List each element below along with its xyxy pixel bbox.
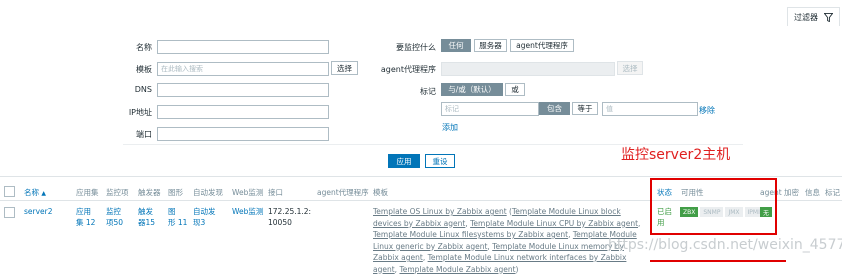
filter-tab-label: 过滤器: [794, 13, 818, 22]
tag-value-input[interactable]: 值: [602, 102, 698, 116]
col-apps: 应用集: [76, 188, 99, 197]
tag-op-contains[interactable]: 包含: [539, 102, 570, 115]
col-tags: 标记: [825, 188, 840, 197]
col-graphs: 图形: [168, 188, 183, 197]
template-label: 模板: [136, 65, 152, 74]
ip-label: IP地址: [128, 108, 152, 117]
items-link[interactable]: 监控 项50: [106, 206, 134, 228]
top-bar: 过滤器: [0, 0, 842, 27]
tag-add-link[interactable]: 添加: [442, 122, 458, 133]
monitor-option-any[interactable]: 任何: [441, 39, 471, 52]
apps-link-line2: 集 12: [76, 218, 96, 227]
tag-name-input[interactable]: 标记: [441, 102, 539, 116]
col-proxy: agent代理程序: [317, 188, 369, 197]
monitor-what-label: 要监控什么: [396, 43, 436, 52]
interface-port: 10050: [268, 218, 292, 227]
tags-label: 标记: [420, 87, 436, 96]
port-label: 端口: [136, 130, 152, 139]
monitor-option-server[interactable]: 服务器: [474, 39, 507, 52]
triggers-link-line2: 器15: [138, 218, 156, 227]
highlight-box-lower: [650, 260, 786, 262]
tag-remove-link[interactable]: 移除: [699, 105, 715, 116]
web-link[interactable]: Web监测: [232, 206, 263, 217]
col-name-label: 名称: [24, 188, 39, 197]
col-web: Web监测: [232, 188, 264, 197]
row-checkbox[interactable]: [4, 207, 15, 218]
port-input[interactable]: [157, 127, 329, 141]
template-link[interactable]: Template Module Linux CPU by Zabbix agen…: [470, 219, 638, 228]
filter-tab[interactable]: 过滤器: [787, 7, 840, 27]
monitor-option-agent[interactable]: agent代理程序: [510, 39, 574, 52]
dns-input[interactable]: [157, 83, 329, 97]
interface-ip: 172.25.1.2:: [268, 207, 312, 216]
triggers-link[interactable]: 触发 器15: [138, 206, 164, 228]
col-info: 信息: [805, 188, 820, 197]
triggers-link-line1: 触发: [138, 207, 153, 216]
template-separator: ,: [638, 218, 641, 228]
reset-button[interactable]: 重设: [425, 154, 455, 168]
templates-list: Template OS Linux by Zabbix agent (Templ…: [373, 206, 643, 275]
graphs-link[interactable]: 图 形 11: [168, 206, 190, 228]
dns-label: DNS: [134, 85, 152, 94]
col-items: 监控项: [106, 188, 129, 197]
discovery-link-line1: 自动发: [193, 207, 216, 216]
sort-asc-icon: ▲: [41, 190, 47, 197]
watermark-text: https://blog.csdn.net/weixin_45775963: [608, 237, 842, 253]
items-link-line2: 项50: [106, 218, 124, 227]
tag-op-equals[interactable]: 等于: [572, 102, 598, 115]
discovery-link[interactable]: 自动发 现3: [193, 206, 227, 228]
highlight-box-status: [650, 178, 777, 235]
apps-link[interactable]: 应用 集 12: [76, 206, 100, 228]
agent-proxy-label: agent代理程序: [380, 65, 436, 74]
interface-value: 172.25.1.2: 10050: [268, 206, 311, 228]
host-name-link[interactable]: server2: [24, 206, 53, 217]
annotation-text: 监控server2主机: [621, 147, 731, 163]
items-link-line1: 监控: [106, 207, 121, 216]
name-label: 名称: [136, 43, 152, 52]
agent-proxy-input: [441, 62, 615, 76]
col-name[interactable]: 名称 ▲: [24, 187, 46, 198]
template-separator: ): [515, 264, 519, 274]
apply-button[interactable]: 应用: [388, 154, 420, 168]
ip-input[interactable]: [157, 105, 329, 119]
col-triggers: 触发器: [138, 188, 161, 197]
template-link[interactable]: Template OS Linux by Zabbix agent: [373, 207, 507, 216]
tag-mode-and-or[interactable]: 与/或（默认）: [441, 83, 503, 96]
col-interface: 接口: [268, 188, 283, 197]
template-link[interactable]: Template Module Zabbix agent: [399, 265, 515, 274]
col-templates: 模板: [373, 188, 388, 197]
funnel-icon: [824, 13, 833, 22]
agent-proxy-select-button: 选择: [617, 61, 643, 75]
tag-mode-or[interactable]: 或: [505, 83, 525, 96]
name-input[interactable]: [157, 40, 329, 54]
apps-link-line1: 应用: [76, 207, 91, 216]
template-select-button[interactable]: 选择: [331, 61, 358, 75]
graphs-link-line1: 图: [168, 207, 176, 216]
graphs-link-line2: 形 11: [168, 218, 188, 227]
template-link[interactable]: Template Module Linux filesystems by Zab…: [373, 230, 568, 239]
col-discovery: 自动发现: [193, 188, 223, 197]
discovery-link-line2: 现3: [193, 218, 206, 227]
select-all-checkbox[interactable]: [4, 186, 15, 197]
template-input[interactable]: 在此输入搜索: [157, 62, 329, 76]
